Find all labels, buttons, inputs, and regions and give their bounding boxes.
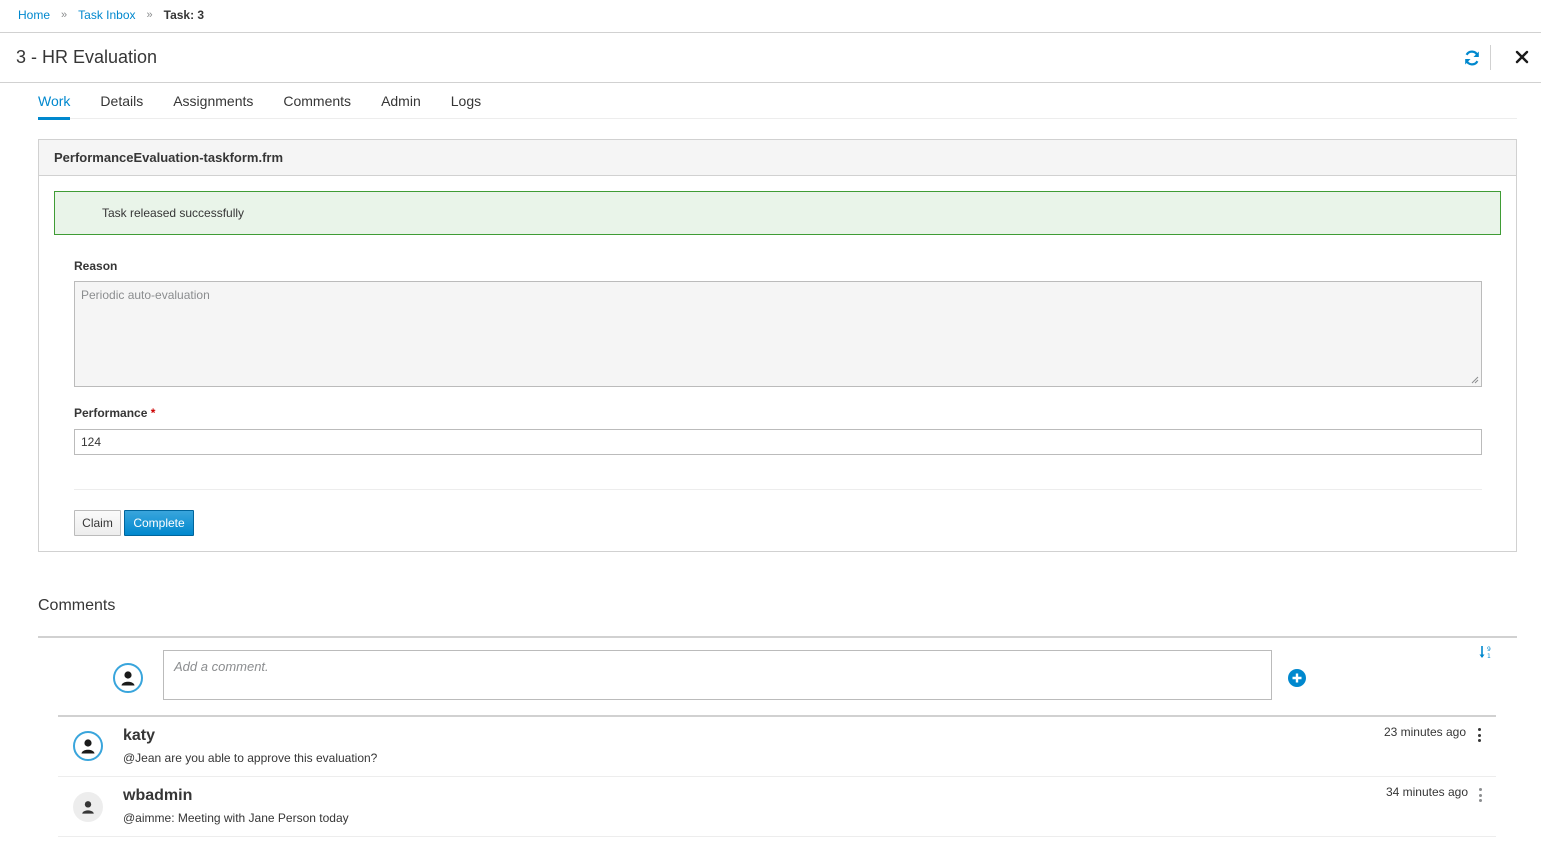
tab-details[interactable]: Details [100, 83, 143, 119]
sort-icon[interactable]: 9 1 [1478, 644, 1494, 660]
comment-placeholder: Add a comment. [174, 659, 269, 674]
comment-divider [58, 776, 1496, 777]
form-heading: PerformanceEvaluation-taskform.frm [39, 140, 1516, 176]
svg-text:9: 9 [1487, 646, 1491, 653]
comment-author: wbadmin [123, 787, 193, 804]
user-icon [81, 739, 95, 754]
comment-author: katy [123, 727, 156, 744]
reason-textarea[interactable]: Periodic auto-evaluation [74, 281, 1482, 387]
performance-label: Performance * [74, 406, 155, 420]
comment-list-divider [58, 715, 1496, 717]
comments-divider [38, 636, 1517, 638]
avatar [73, 792, 103, 822]
comment-divider [58, 836, 1496, 837]
task-tabs: Work Details Assignments Comments Admin … [38, 83, 1517, 120]
reason-label: Reason [74, 259, 118, 273]
svg-text:1: 1 [1487, 653, 1491, 660]
breadcrumb-divider [0, 32, 1541, 33]
required-marker: * [150, 406, 156, 420]
success-alert: Task released successfully [54, 191, 1501, 235]
header-separator [1490, 45, 1491, 70]
refresh-icon[interactable] [1462, 48, 1482, 68]
page-title: 3 - HR Evaluation [16, 47, 158, 67]
tab-assignments[interactable]: Assignments [173, 83, 253, 119]
resize-grip-icon[interactable] [1471, 376, 1479, 384]
comment-text: @aimme: Meeting with Jane Person today [123, 811, 349, 825]
task-form-panel: PerformanceEvaluation-taskform.frm Task … [38, 139, 1517, 552]
user-icon [82, 801, 94, 814]
avatar [73, 731, 103, 761]
breadcrumb-home-link[interactable]: Home [18, 8, 50, 22]
comment-text: @Jean are you able to approve this evalu… [123, 751, 378, 765]
complete-button[interactable]: Complete [124, 510, 194, 536]
user-icon [121, 671, 135, 686]
performance-label-text: Performance [74, 406, 148, 420]
reason-value: Periodic auto-evaluation [81, 288, 210, 302]
breadcrumb-current: Task: 3 [163, 8, 205, 22]
breadcrumb-separator: » [146, 9, 153, 21]
comment-time: 34 minutes ago [1385, 785, 1468, 799]
comment-time: 23 minutes ago [1383, 725, 1466, 739]
breadcrumb-task-inbox-link[interactable]: Task Inbox [78, 8, 135, 22]
claim-button[interactable]: Claim [74, 510, 121, 536]
performance-input[interactable]: 124 [74, 429, 1482, 455]
kebab-menu-icon[interactable] [1477, 787, 1483, 803]
kebab-menu-icon[interactable] [1476, 727, 1482, 743]
tab-comments[interactable]: Comments [283, 83, 351, 119]
close-icon[interactable] [1512, 47, 1532, 67]
tab-admin[interactable]: Admin [381, 83, 421, 119]
performance-value: 124 [81, 435, 102, 449]
tab-work[interactable]: Work [38, 83, 71, 120]
tab-logs[interactable]: Logs [451, 83, 481, 119]
form-divider [74, 489, 1482, 490]
add-comment-icon[interactable] [1287, 668, 1307, 688]
comment-input[interactable]: Add a comment. [163, 650, 1272, 700]
breadcrumb-separator: » [61, 9, 68, 21]
breadcrumb: Home » Task Inbox » Task: 3 [18, 8, 204, 22]
comments-title: Comments [38, 597, 116, 614]
current-user-avatar [113, 663, 143, 693]
